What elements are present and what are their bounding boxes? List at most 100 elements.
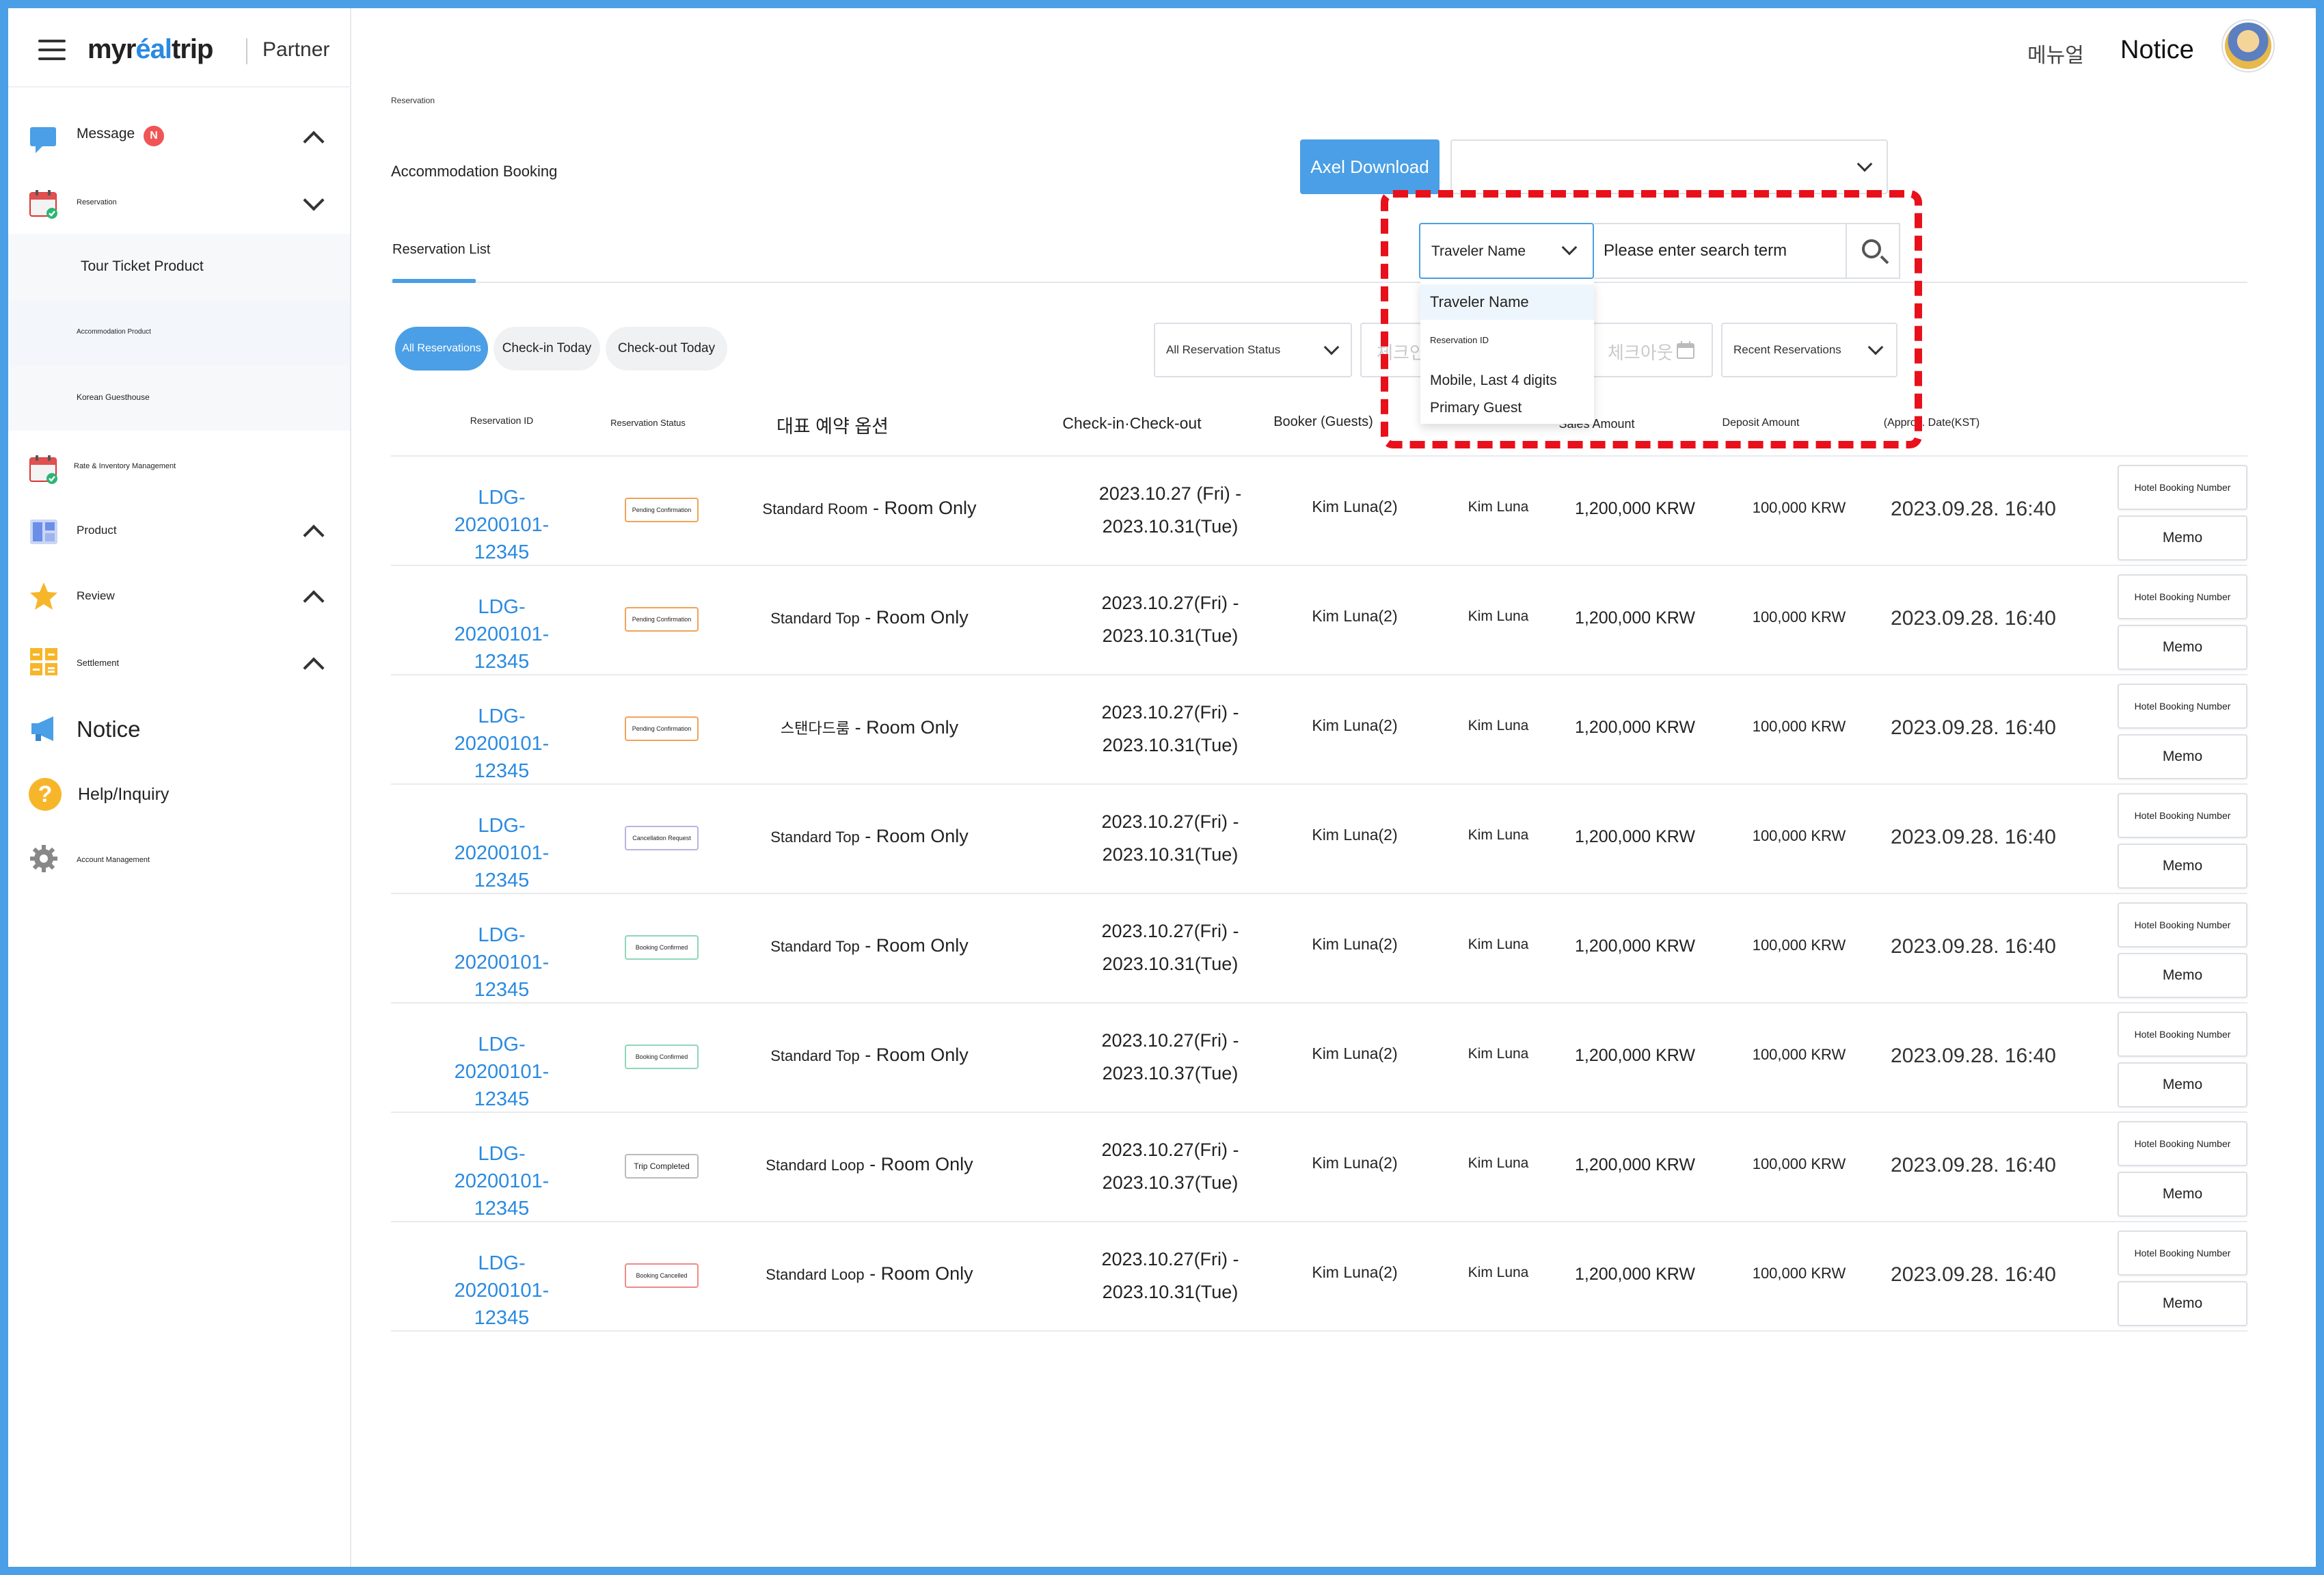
memo-button[interactable]: Memo [2118,625,2247,670]
status-badge: Booking Confirmed [625,1045,699,1069]
sidebar-item-notice[interactable]: Notice [8,699,351,760]
room-name: Standard Top [770,938,860,955]
guest-name: Kim Luna [1468,1155,1529,1171]
search-input[interactable] [1594,223,1848,279]
hotel-booking-number-button[interactable]: Hotel Booking Number [2118,574,2247,619]
search-type-select[interactable]: Traveler Name [1419,223,1594,279]
sidebar-item-account[interactable]: Account Management [8,829,351,890]
top-select[interactable] [1450,139,1888,194]
table-row[interactable]: LDG-20200101-12345 Booking Confirmed Stand… [391,893,2247,1002]
table-row[interactable]: LDG-20200101-12345 Pending Confirmation 스탠… [391,674,2247,783]
header-checkin-checkout: Check-in·Check-out [1062,414,1202,432]
chevron-down-icon[interactable] [303,189,325,211]
chip-checkin-today[interactable]: Check-in Today [494,327,600,371]
header-date-kst: (Approx. Date(KST) [1883,417,1980,429]
chip-all-reservations[interactable]: All Reservations [395,327,488,371]
guest-name: Kim Luna [1468,718,1529,733]
room-name: Standard Top [770,1047,860,1064]
sort-select[interactable]: Recent Reservations [1721,323,1897,377]
chevron-up-icon[interactable] [303,590,325,612]
hamburger-icon[interactable] [38,40,66,60]
search-option-mobile[interactable]: Mobile, Last 4 digits [1420,365,1594,396]
sidebar-item-rate-inventory[interactable]: Rate & Inventory Management [8,435,351,496]
hotel-booking-number-button[interactable]: Hotel Booking Number [2118,793,2247,838]
hotel-booking-number-button[interactable]: Hotel Booking Number [2118,1121,2247,1166]
guest-name: Kim Luna [1468,1265,1529,1280]
reservation-id-link[interactable]: LDG-20200101-12345 [433,703,570,785]
manual-link[interactable]: 메뉴얼 [2027,38,2084,68]
sidebar-item-label: Review [77,589,115,602]
memo-button[interactable]: Memo [2118,953,2247,998]
deposit-amount: 100,000 KRW [1752,937,1846,954]
reservation-id-link[interactable]: LDG-20200101-12345 [433,1031,570,1113]
sidebar-item-help[interactable]: ? Help/Inquiry [8,763,351,824]
reservation-id-link[interactable]: LDG-20200101-12345 [433,1250,570,1332]
reservation-id-link[interactable]: LDG-20200101-12345 [433,921,570,1004]
chevron-up-icon[interactable] [303,131,325,152]
sidebar-item-tour-ticket[interactable]: Tour Ticket Product [8,234,350,299]
reservation-id-link[interactable]: LDG-20200101-12345 [433,593,570,675]
guest-name: Kim Luna [1468,499,1529,515]
memo-button[interactable]: Memo [2118,844,2247,889]
room-name: 스탠다드룸 [780,720,850,737]
booker-name: Kim Luna(2) [1312,1263,1398,1281]
sidebar-item-accommodation[interactable]: Accommodation Product [8,299,350,365]
memo-button[interactable]: Memo [2118,734,2247,779]
hotel-booking-number-button[interactable]: Hotel Booking Number [2118,902,2247,947]
avatar[interactable] [2223,21,2273,71]
table-row[interactable]: LDG-20200101-12345 Pending Confirmation St… [391,455,2247,565]
search-button[interactable] [1846,223,1900,279]
reservation-datetime: 2023.09.28. 16:40 [1891,935,2056,958]
sidebar-item-message[interactable]: Message N [8,108,351,170]
sidebar-item-settlement[interactable]: Settlement [8,632,351,693]
checkout-date: 2023.10.31(Tue) [1102,516,1239,537]
search-option-reservation-id[interactable]: Reservation ID [1420,327,1594,354]
chevron-down-icon [1323,339,1340,355]
sidebar-item-product[interactable]: Product [8,500,351,562]
reservation-id-link[interactable]: LDG-20200101-12345 [433,1140,570,1222]
tab-reservation-list[interactable]: Reservation List [392,242,490,258]
page-title: Accommodation Booking [391,163,558,180]
room-name: Standard Room [762,500,868,517]
brand-logo[interactable]: myréaltrip [87,34,213,65]
hotel-booking-number-button[interactable]: Hotel Booking Number [2118,465,2247,510]
excel-download-button[interactable]: Axel Download [1300,139,1440,194]
table-row[interactable]: LDG-20200101-12345 Pending Confirmation St… [391,565,2247,674]
sidebar-item-label: Korean Guesthouse [77,392,150,402]
table-row[interactable]: LDG-20200101-12345 Booking Cancelled Stand… [391,1221,2247,1330]
memo-button[interactable]: Memo [2118,1062,2247,1107]
hotel-booking-number-button[interactable]: Hotel Booking Number [2118,1230,2247,1276]
hotel-booking-number-button[interactable]: Hotel Booking Number [2118,684,2247,729]
chevron-up-icon[interactable] [303,657,325,679]
reservation-id-link[interactable]: LDG-20200101-12345 [433,484,570,566]
status-badge: Booking Confirmed [625,935,699,960]
deposit-amount: 100,000 KRW [1752,499,1846,516]
search-option-primary-guest[interactable]: Primary Guest [1420,394,1594,422]
breadcrumb: Reservation [391,96,435,105]
sidebar-item-reservation[interactable]: Reservation [8,172,351,234]
memo-button[interactable]: Memo [2118,1172,2247,1217]
guest-name: Kim Luna [1468,1046,1529,1062]
reservation-id-link[interactable]: LDG-20200101-12345 [433,812,570,894]
table-row[interactable]: LDG-20200101-12345 Cancellation Request St… [391,783,2247,893]
memo-button[interactable]: Memo [2118,1281,2247,1326]
room-name: Standard Top [770,829,860,846]
partner-label: Partner [262,38,330,61]
sidebar-item-guesthouse[interactable]: Korean Guesthouse [8,365,350,431]
chevron-up-icon[interactable] [303,524,325,546]
stay-dates: 2023.10.27 (Fri) -2023.10.31(Tue) [1098,483,1242,537]
checkin-date: 2023.10.27(Fri) [1101,921,1228,941]
chip-checkout-today[interactable]: Check-out Today [606,327,727,371]
notice-link[interactable]: Notice [2120,36,2194,65]
memo-button[interactable]: Memo [2118,515,2247,561]
status-select[interactable]: All Reservation Status [1154,323,1352,377]
checkin-placeholder: 체크인 [1377,342,1426,363]
booker-name: Kim Luna(2) [1312,607,1398,625]
table-row[interactable]: LDG-20200101-12345 Trip Completed Standard… [391,1112,2247,1221]
calendar-icon[interactable] [1676,340,1695,363]
sales-amount: 1,200,000 KRW [1574,1046,1696,1065]
sidebar-item-review[interactable]: Review [8,566,351,628]
hotel-booking-number-button[interactable]: Hotel Booking Number [2118,1012,2247,1057]
table-row[interactable]: LDG-20200101-12345 Booking Confirmed Stand… [391,1002,2247,1112]
search-option-traveler-name[interactable]: Traveler Name [1420,284,1594,320]
